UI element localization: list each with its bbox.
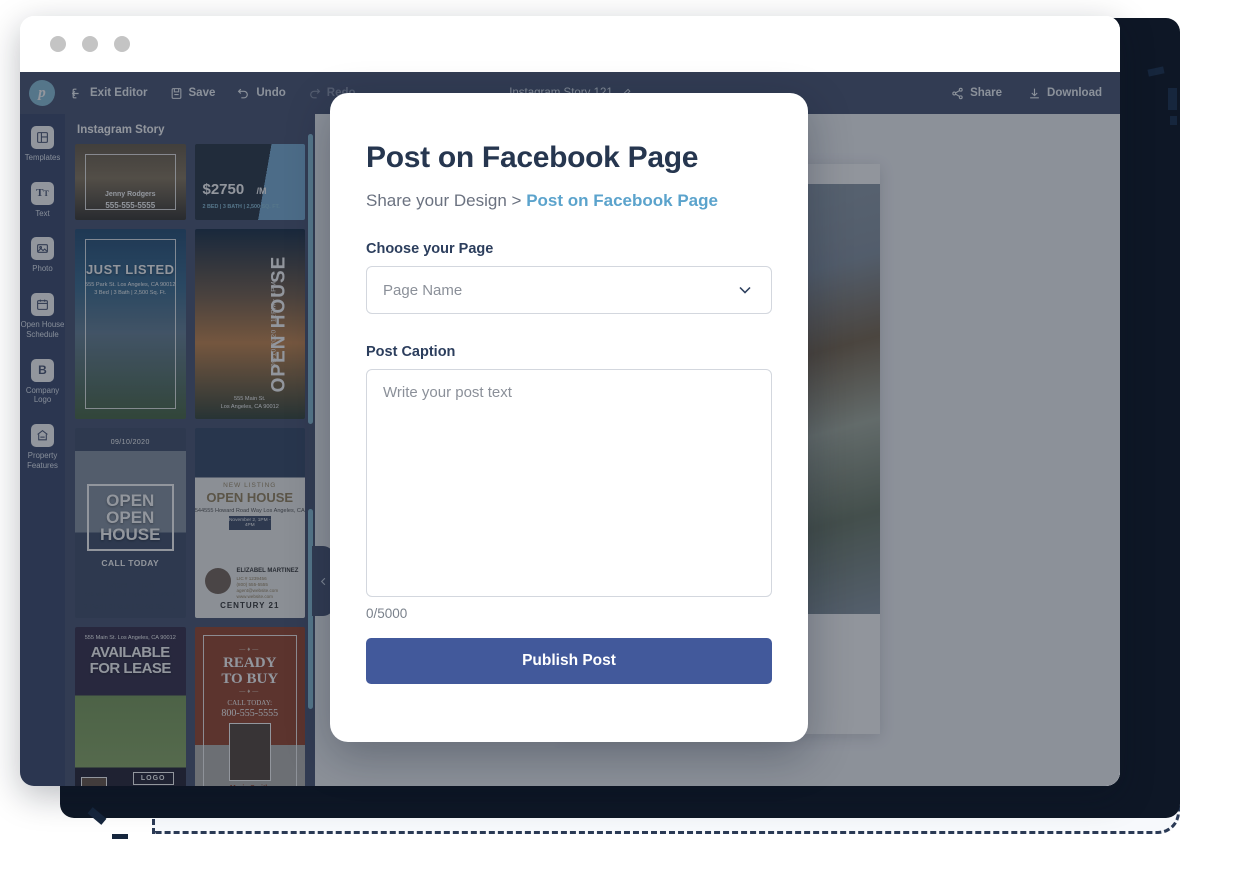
window-maximize-dot[interactable] — [114, 36, 130, 52]
accent-dash-5 — [112, 834, 128, 839]
breadcrumb-root[interactable]: Share your Design > — [366, 191, 521, 210]
post-caption-placeholder: Write your post text — [383, 384, 512, 401]
choose-page-label: Choose your Page — [366, 241, 494, 257]
page-select[interactable]: Page Name — [366, 266, 772, 314]
modal-title: Post on Facebook Page — [366, 141, 699, 174]
post-caption-input[interactable]: Write your post text — [366, 369, 772, 597]
accent-dash-3 — [1170, 116, 1177, 125]
browser-titlebar — [20, 16, 1120, 72]
publish-post-button[interactable]: Publish Post — [366, 638, 772, 684]
chevron-down-icon — [739, 286, 751, 294]
post-caption-label: Post Caption — [366, 344, 456, 360]
page-select-value: Page Name — [383, 281, 463, 299]
accent-dash-2 — [1168, 88, 1177, 110]
post-to-facebook-modal: Post on Facebook Page Share your Design … — [330, 93, 808, 742]
character-counter: 0/5000 — [366, 606, 408, 621]
window-close-dot[interactable] — [50, 36, 66, 52]
window-minimize-dot[interactable] — [82, 36, 98, 52]
breadcrumb-current: Post on Facebook Page — [526, 191, 718, 210]
breadcrumb: Share your Design > Post on Facebook Pag… — [366, 191, 772, 211]
screenshot-root: p Exit Editor Save Undo Share Download T… — [0, 0, 1233, 892]
